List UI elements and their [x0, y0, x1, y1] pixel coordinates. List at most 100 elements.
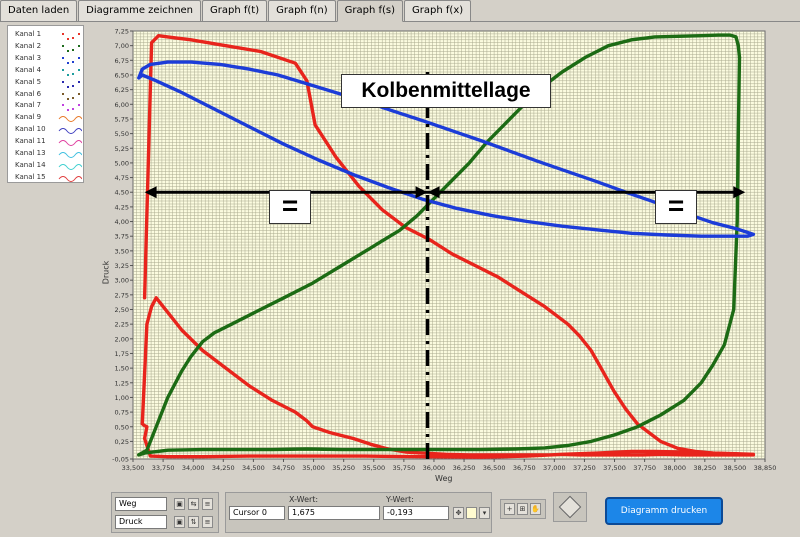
x-tick-label: 33,750 — [152, 464, 175, 472]
print-diagram-button[interactable]: Diagramm drucken — [605, 497, 723, 525]
y-value-label: Y-Wert: — [386, 495, 414, 504]
x-tick-label: 33,500 — [122, 464, 145, 472]
crosshair-tool-icon[interactable]: + — [504, 503, 515, 515]
x-axis-lock-icon[interactable]: ▣ — [174, 498, 185, 510]
tab-graph-f-s[interactable]: Graph f(s) — [336, 0, 404, 22]
x-tick-label: 37,250 — [573, 464, 596, 472]
y-axis-lock-icon[interactable]: ▣ — [174, 516, 185, 528]
x-tick-label: 36,500 — [483, 464, 506, 472]
pan-tool-icon[interactable]: ✋ — [530, 503, 541, 515]
x-axis-name-field[interactable]: Weg — [115, 497, 167, 511]
equal-sign-left: = — [269, 190, 311, 224]
legend-item-label: Kanal 1 — [15, 30, 42, 38]
legend-item-label: Kanal 9 — [15, 113, 42, 122]
y-tick-label: 5,75 — [115, 115, 129, 123]
legend-item-label: Kanal 11 — [15, 137, 46, 146]
legend-item-label: Kanal 14 — [15, 160, 46, 169]
y-tick-label: 7,00 — [115, 42, 129, 50]
legend-swatch-icon — [58, 116, 82, 123]
graph-controls: Weg ▣ ⇆ ≡ Druck ▣ ⇅ ≡ X-Wert: Y-Wert: Cu… — [0, 489, 800, 537]
x-tick-label: 34,750 — [272, 464, 295, 472]
y-tick-label: 1,75 — [115, 350, 129, 358]
y-tick-label: 2,75 — [115, 291, 129, 299]
cursor-move-icon[interactable]: ✥ — [453, 507, 464, 519]
y-tick-label: 1,50 — [115, 365, 129, 373]
x-tick-label: 36,250 — [453, 464, 476, 472]
x-tick-label: 38,000 — [663, 464, 686, 472]
y-tick-label: 4,50 — [115, 189, 129, 197]
y-tick-label: 4,75 — [115, 174, 129, 182]
legend-swatch-icon — [62, 44, 80, 52]
y-tick-label: 2,50 — [115, 306, 129, 314]
x-tick-label: 34,000 — [182, 464, 205, 472]
legend-item-label: Kanal 13 — [15, 149, 46, 157]
tab-graph-f-t[interactable]: Graph f(t) — [202, 0, 268, 21]
y-tick-label: 5,00 — [115, 159, 129, 167]
x-tick-label: 36,750 — [513, 464, 536, 472]
legend-item-label: Kanal 15 — [15, 172, 46, 181]
axis-scale-panel: Weg ▣ ⇆ ≡ Druck ▣ ⇅ ≡ — [111, 492, 219, 533]
graph-tools-palette: + ⊞ ✋ — [500, 499, 546, 519]
y-tick-label: 3,75 — [115, 233, 129, 241]
x-format-icon[interactable]: ≡ — [202, 498, 213, 510]
legend-swatch-icon — [58, 152, 82, 158]
cursor-navigation-pad[interactable] — [553, 492, 587, 522]
tab-daten-laden[interactable]: Daten laden — [0, 0, 78, 21]
equal-sign-right: = — [655, 190, 697, 224]
legend-item-label: Kanal 3 — [15, 53, 42, 62]
legend-swatch-icon — [62, 68, 80, 76]
y-tick-label: 2,25 — [115, 321, 129, 329]
legend-swatch-icon — [62, 104, 80, 112]
y-autoscale-icon[interactable]: ⇅ — [188, 516, 199, 528]
legend-swatch-icon — [62, 92, 80, 100]
y-tick-label: 1,00 — [115, 394, 129, 402]
legend-item-label: Kanal 5 — [15, 77, 42, 86]
x-value-label: X-Wert: — [289, 495, 319, 504]
cursor-y-value-field[interactable]: -0,193 — [383, 506, 449, 520]
x-tick-label: 36,000 — [423, 464, 446, 472]
zoom-tool-icon[interactable]: ⊞ — [517, 503, 528, 515]
y-tick-label: 5,25 — [115, 145, 129, 153]
plot-legend: Kanal 1 Kanal 2 Kanal 3 Kanal 4 Kanal 5 Kanal… — [7, 25, 84, 183]
legend-item[interactable]: Kanal 15 — [8, 172, 83, 185]
legend-item-label: Kanal 6 — [15, 89, 42, 98]
diamond-nav-icon[interactable] — [558, 495, 582, 519]
legend-item-label: Kanal 10 — [15, 125, 46, 134]
legend-swatch-icon — [58, 175, 82, 182]
x-tick-label: 38,250 — [693, 464, 716, 472]
legend-swatch-icon — [62, 56, 80, 64]
y-tick-label: 2,00 — [115, 335, 129, 343]
y-tick-label: 5,50 — [115, 130, 129, 138]
tab-graph-f-n[interactable]: Graph f(n) — [268, 0, 336, 21]
y-format-icon[interactable]: ≡ — [202, 516, 213, 528]
y-axis-name-field[interactable]: Druck — [115, 515, 167, 529]
x-tick-label: 35,500 — [362, 464, 385, 472]
legend-item-label: Kanal 2 — [15, 41, 42, 50]
y-tick-label: -0,05 — [112, 456, 129, 464]
legend-swatch-icon — [58, 163, 82, 170]
legend-item-label: Kanal 4 — [15, 65, 42, 74]
y-tick-label: 1,25 — [115, 379, 129, 387]
y-tick-label: 6,75 — [115, 57, 129, 65]
tab-bar: Daten laden Diagramme zeichnen Graph f(t) G… — [0, 0, 800, 22]
x-tick-label: 34,500 — [242, 464, 265, 472]
y-tick-label: 7,25 — [115, 28, 129, 36]
x-tick-label: 37,500 — [603, 464, 626, 472]
tab-graph-f-x[interactable]: Graph f(x) — [404, 0, 472, 21]
x-tick-label: 37,000 — [543, 464, 566, 472]
x-tick-label: 38,500 — [724, 464, 747, 472]
x-tick-label: 38,850 — [754, 464, 777, 472]
x-tick-label: 35,250 — [332, 464, 355, 472]
cursor-x-value-field[interactable]: 1,675 — [288, 506, 380, 520]
y-tick-label: 3,00 — [115, 277, 129, 285]
y-tick-label: 4,25 — [115, 203, 129, 211]
y-tick-label: 3,25 — [115, 262, 129, 270]
x-autoscale-icon[interactable]: ⇆ — [188, 498, 199, 510]
cursor-name-field[interactable]: Cursor 0 — [229, 506, 285, 520]
y-tick-label: 0,25 — [115, 438, 129, 446]
y-tick-label: 4,00 — [115, 218, 129, 226]
tab-diagramme-zeichnen[interactable]: Diagramme zeichnen — [78, 0, 202, 21]
cursor-color-icon[interactable] — [466, 507, 477, 519]
cursor-style-icon[interactable]: ▾ — [479, 507, 490, 519]
y-axis-title: Druck — [101, 260, 111, 285]
